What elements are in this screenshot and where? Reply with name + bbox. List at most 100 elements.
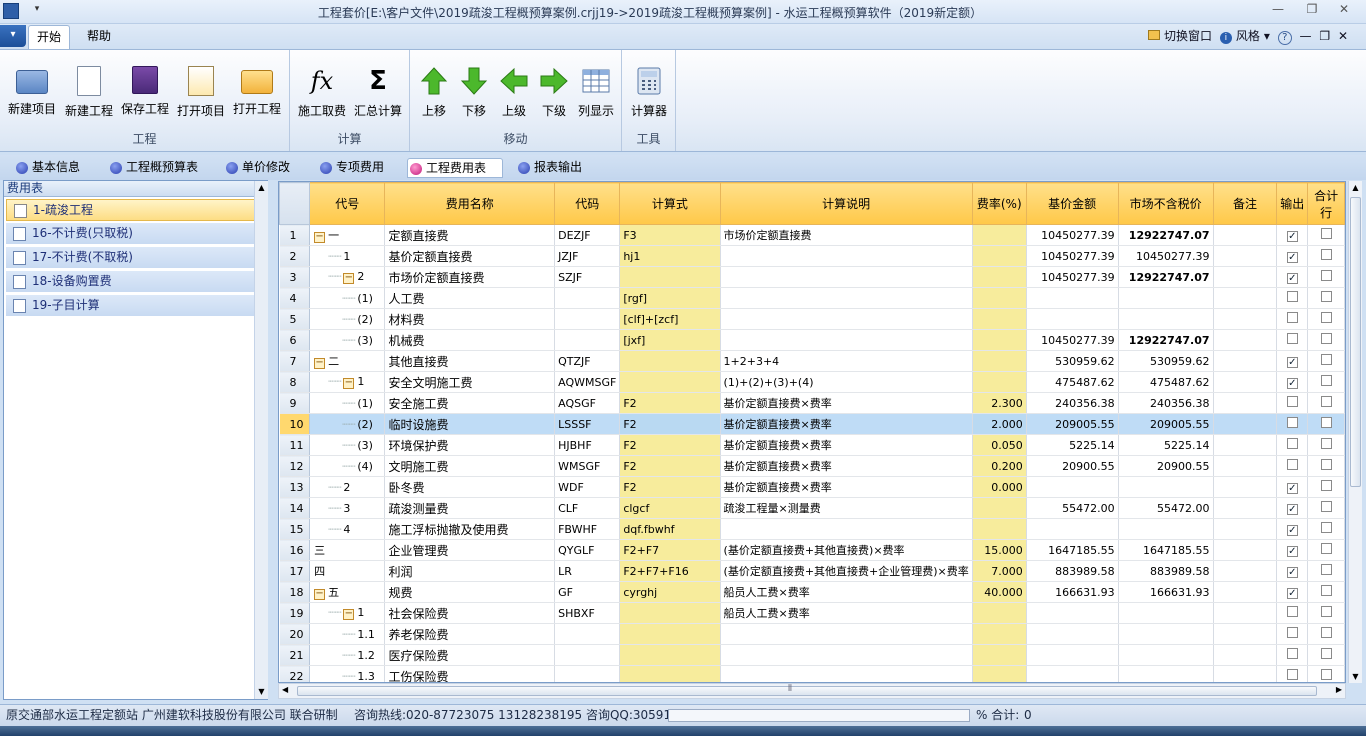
remark-cell[interactable] <box>1213 476 1278 498</box>
table-row[interactable]: 17 四 利润 LR F2+F7+F16 (基价定额直接费+其他直接费+企业管理费)×费率… <box>279 560 1345 582</box>
fee-code-cell[interactable]: SHBXF <box>554 602 621 624</box>
fee-code-cell[interactable]: QTZJF <box>554 350 621 372</box>
market-price-cell[interactable] <box>1118 518 1214 540</box>
base-amount-cell[interactable]: 475487.62 <box>1026 371 1119 393</box>
description-cell[interactable]: 基价定额直接费×费率 <box>720 434 973 456</box>
rate-cell[interactable] <box>972 644 1027 666</box>
code-cell[interactable]: ┈┈ (2) <box>309 413 386 435</box>
formula-cell[interactable]: hj1 <box>619 245 721 267</box>
summary-calc-button[interactable]: Σ 汇总计算 <box>350 62 406 122</box>
base-amount-cell[interactable]: 55472.00 <box>1026 497 1119 519</box>
move-up-button[interactable]: 上移 <box>416 62 452 122</box>
formula-cell[interactable]: F2 <box>619 434 721 456</box>
checkbox[interactable] <box>1320 396 1332 407</box>
fee-name-cell[interactable]: 临时设施费 <box>384 413 556 435</box>
fee-name-cell[interactable]: 安全施工费 <box>384 392 556 414</box>
fee-name-cell[interactable]: 安全文明施工费 <box>384 371 556 393</box>
column-header[interactable]: 费用名称 <box>384 182 556 225</box>
description-cell[interactable]: (基价定额直接费+其他直接费+企业管理费)×费率 <box>720 560 973 582</box>
checkbox[interactable]: ✓ <box>1286 272 1298 284</box>
rate-cell[interactable] <box>972 497 1027 519</box>
rate-cell[interactable] <box>972 266 1027 288</box>
rate-cell[interactable] <box>972 308 1027 330</box>
code-cell[interactable]: 三 <box>309 539 386 561</box>
code-cell[interactable]: ┈┈ (1) <box>309 392 386 414</box>
market-price-cell[interactable] <box>1118 308 1214 330</box>
checkbox[interactable]: ✓ <box>1286 503 1298 515</box>
base-amount-cell[interactable] <box>1026 287 1119 309</box>
tab-help[interactable]: 帮助 <box>78 25 120 49</box>
tab-basic-info[interactable]: 基本信息 <box>14 158 80 178</box>
market-price-cell[interactable]: 12922747.07 <box>1118 224 1214 246</box>
description-cell[interactable] <box>720 266 973 288</box>
table-row[interactable]: 4 ┈┈ (1) 人工费 [rgf] <box>279 287 1345 309</box>
table-row[interactable]: 20 ┈┈ 1.1 养老保险费 <box>279 623 1345 645</box>
base-amount-cell[interactable] <box>1026 623 1119 645</box>
checkbox[interactable]: ✓ <box>1286 566 1298 578</box>
code-cell[interactable]: ┈┈ 1.3 <box>309 665 386 682</box>
description-cell[interactable] <box>720 665 973 682</box>
row-number-cell[interactable]: 2 <box>279 245 311 267</box>
app-logo-icon[interactable] <box>3 3 19 19</box>
code-cell[interactable]: ┈┈ (3) <box>309 329 386 351</box>
fee-code-cell[interactable]: WDF <box>554 476 621 498</box>
checkbox[interactable] <box>1286 417 1298 428</box>
remark-cell[interactable] <box>1213 665 1278 682</box>
rate-cell[interactable]: 0.000 <box>972 476 1027 498</box>
base-amount-cell[interactable]: 5225.14 <box>1026 434 1119 456</box>
row-number-cell[interactable]: 15 <box>279 518 311 540</box>
code-cell[interactable]: ┈┈ 4 <box>309 518 386 540</box>
remark-cell[interactable] <box>1213 581 1278 603</box>
market-price-cell[interactable] <box>1118 287 1214 309</box>
row-number-cell[interactable]: 19 <box>279 602 311 624</box>
market-price-cell[interactable]: 240356.38 <box>1118 392 1214 414</box>
checkbox[interactable]: ✓ <box>1286 377 1298 389</box>
column-header[interactable]: 代码 <box>554 182 621 225</box>
rate-cell[interactable] <box>972 287 1027 309</box>
fee-code-cell[interactable]: FBWHF <box>554 518 621 540</box>
checkbox[interactable] <box>1320 669 1332 680</box>
remark-cell[interactable] <box>1213 245 1278 267</box>
fee-name-cell[interactable]: 环境保护费 <box>384 434 556 456</box>
formula-cell[interactable] <box>619 371 721 393</box>
row-number-cell[interactable]: 16 <box>279 539 311 561</box>
remark-cell[interactable] <box>1213 518 1278 540</box>
code-cell[interactable]: ┈┈ 1 <box>309 245 386 267</box>
fee-code-cell[interactable]: LSSSF <box>554 413 621 435</box>
checkbox[interactable] <box>1286 396 1298 407</box>
checkbox[interactable] <box>1320 291 1332 302</box>
market-price-cell[interactable] <box>1118 602 1214 624</box>
checkbox[interactable] <box>1286 438 1298 449</box>
collapse-icon[interactable]: − <box>314 232 326 243</box>
market-price-cell[interactable]: 5225.14 <box>1118 434 1214 456</box>
market-price-cell[interactable]: 166631.93 <box>1118 581 1214 603</box>
scroll-up-icon[interactable]: ▲ <box>255 181 268 195</box>
code-cell[interactable]: − 二 <box>309 350 386 372</box>
scroll-up-icon[interactable]: ▲ <box>1349 183 1362 192</box>
fee-code-cell[interactable]: QYGLF <box>554 539 621 561</box>
base-amount-cell[interactable]: 10450277.39 <box>1026 224 1119 246</box>
ribbon-restore-button[interactable]: ❐ <box>1319 29 1330 43</box>
fee-code-cell[interactable]: HJBHF <box>554 434 621 456</box>
checkbox[interactable] <box>1320 585 1332 596</box>
rate-cell[interactable]: 15.000 <box>972 539 1027 561</box>
remark-cell[interactable] <box>1213 602 1278 624</box>
code-cell[interactable]: ┈┈ −1 <box>309 371 386 393</box>
help-icon[interactable]: ? <box>1277 31 1292 45</box>
collapse-icon[interactable]: − <box>343 609 355 620</box>
table-row[interactable]: 6 ┈┈ (3) 机械费 [jxf] 10450277.39 12922747.07 <box>279 329 1345 351</box>
market-price-cell[interactable]: 1647185.55 <box>1118 539 1214 561</box>
rate-cell[interactable] <box>972 350 1027 372</box>
checkbox[interactable] <box>1320 375 1332 386</box>
base-amount-cell[interactable]: 10450277.39 <box>1026 245 1119 267</box>
row-number-cell[interactable]: 6 <box>279 329 311 351</box>
tab-start[interactable]: 开始 <box>28 25 70 49</box>
description-cell[interactable]: 基价定额直接费×费率 <box>720 413 973 435</box>
fee-code-cell[interactable]: WMSGF <box>554 455 621 477</box>
market-price-cell[interactable] <box>1118 623 1214 645</box>
formula-cell[interactable]: F2 <box>619 476 721 498</box>
base-amount-cell[interactable] <box>1026 518 1119 540</box>
open-engineering-button[interactable]: 打开工程 <box>230 62 284 122</box>
scroll-thumb[interactable] <box>1350 197 1361 487</box>
remark-cell[interactable] <box>1213 371 1278 393</box>
